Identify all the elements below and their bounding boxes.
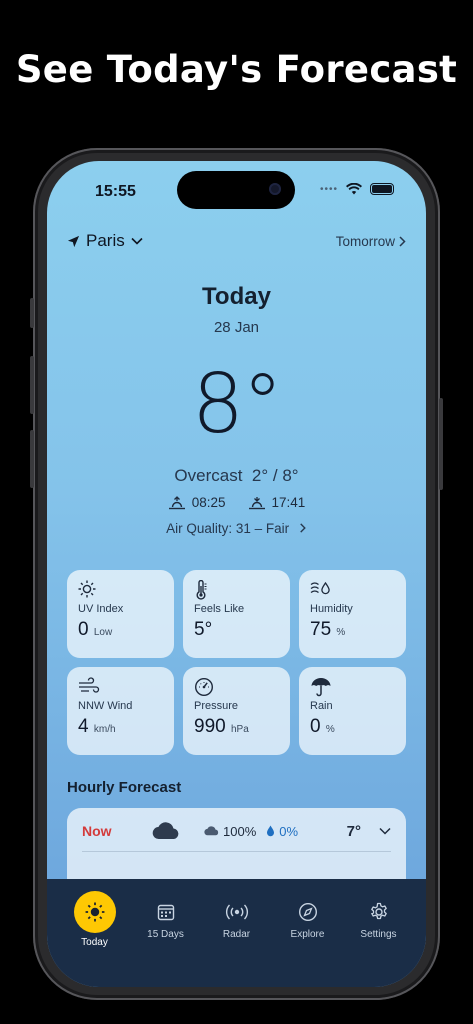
chevron-down-icon	[379, 827, 391, 835]
tomorrow-link[interactable]: Tomorrow	[336, 234, 406, 249]
volume-up-button	[30, 356, 34, 414]
tab-label: Explore	[290, 929, 325, 940]
thermometer-icon	[196, 579, 207, 600]
tab-explore[interactable]: Explore	[276, 879, 340, 987]
tab-label: Settings	[360, 929, 397, 940]
hourly-temp: 7°	[346, 822, 361, 840]
hourly-row[interactable]: Now 100% 0% 7°	[82, 811, 391, 851]
tab-radar[interactable]: Radar	[205, 879, 269, 987]
tab-bar: Today 15 Days Radar Explore Settings	[47, 879, 426, 987]
detail-card-rain[interactable]: Rain 0 %	[299, 667, 406, 755]
detail-value: 0	[78, 619, 89, 640]
tab-today[interactable]: Today	[63, 879, 127, 987]
details-grid: UV Index 0 Low Feels Like 5° Humidity 75…	[67, 570, 406, 755]
status-icons: ••••	[320, 183, 394, 195]
detail-label: Humidity	[310, 603, 353, 615]
detail-unit: %	[336, 627, 346, 638]
location-name: Paris	[86, 231, 125, 250]
tomorrow-label: Tomorrow	[335, 233, 395, 249]
battery-icon	[370, 183, 394, 195]
gauge-icon	[194, 677, 214, 697]
air-quality-text: Air Quality: 31 – Fair	[166, 521, 290, 536]
hourly-time: Now	[82, 823, 112, 839]
detail-unit: hPa	[230, 724, 249, 735]
divider	[82, 851, 391, 852]
wind-icon	[79, 677, 100, 693]
detail-card-pressure[interactable]: Pressure 990 hPa	[183, 667, 290, 755]
sunrise-icon	[168, 495, 185, 509]
detail-label: Rain	[310, 700, 333, 712]
sun-icon	[85, 902, 104, 922]
detail-card-humidity[interactable]: Humidity 75 %	[299, 570, 406, 658]
day-title: Today	[202, 283, 271, 310]
sunrise-time: 08:25	[191, 495, 226, 510]
gear-icon	[370, 902, 387, 920]
radar-icon	[225, 904, 248, 920]
power-button	[439, 398, 443, 490]
sunset-icon	[248, 496, 265, 509]
hourly-cloud-cover: 100%	[223, 823, 257, 839]
detail-label: UV Index	[78, 603, 124, 615]
cloud-icon	[152, 822, 179, 840]
wifi-icon	[346, 183, 362, 195]
cellular-icon: ••••	[319, 183, 338, 195]
status-time: 15:55	[95, 183, 136, 200]
promo-headline: See Today's Forecast	[15, 48, 458, 91]
location-selector[interactable]: Paris	[67, 231, 143, 251]
detail-card-uv-index[interactable]: UV Index 0 Low	[67, 570, 174, 658]
compass-icon	[298, 902, 317, 922]
tab-label: 15 Days	[147, 929, 184, 940]
phone-frame: 15:55 •••• Paris Tomorrow Today 28 Jan 8…	[30, 148, 443, 1000]
chevron-right-icon	[399, 235, 406, 247]
current-temperature: 8°	[191, 357, 283, 452]
volume-down-button	[30, 430, 34, 488]
location-arrow-icon	[67, 235, 80, 247]
detail-value: 75	[310, 619, 332, 640]
detail-value: 990	[194, 716, 226, 737]
cloud-cover-icon	[204, 826, 219, 836]
condition-line: Overcast 2° / 8°	[47, 466, 426, 486]
condition-text: Overcast	[174, 466, 243, 485]
detail-label: Pressure	[194, 700, 239, 712]
sunset-time: 17:41	[271, 495, 306, 510]
detail-unit: Low	[93, 627, 113, 638]
tab-15-days[interactable]: 15 Days	[134, 879, 198, 987]
calendar-icon	[157, 904, 174, 921]
day-date: 28 Jan	[213, 319, 260, 336]
tab-settings[interactable]: Settings	[347, 879, 411, 987]
hourly-precip: 0%	[279, 823, 299, 839]
sun-icon	[78, 580, 96, 598]
detail-value: 4	[78, 716, 89, 737]
sun-times: 08:25 17:41	[47, 495, 426, 510]
detail-card-feels-like[interactable]: Feels Like 5°	[183, 570, 290, 658]
action-button	[30, 298, 34, 328]
detail-label: NNW Wind	[78, 700, 133, 712]
detail-label: Feels Like	[194, 603, 245, 615]
air-quality-link[interactable]: Air Quality: 31 – Fair	[47, 521, 426, 536]
tab-label: Radar	[222, 929, 251, 940]
active-tab-indicator	[73, 891, 116, 933]
umbrella-icon	[311, 678, 331, 697]
temperature-range: 2° / 8°	[251, 466, 299, 485]
detail-unit: %	[325, 724, 335, 735]
detail-value: 0	[310, 716, 321, 737]
chevron-down-icon	[131, 237, 143, 245]
hourly-forecast-title: Hourly Forecast	[67, 779, 182, 796]
camera-icon	[269, 183, 281, 195]
app-screen: 15:55 •••• Paris Tomorrow Today 28 Jan 8…	[47, 161, 426, 987]
detail-unit: km/h	[93, 724, 116, 735]
detail-value: 5°	[194, 619, 213, 640]
chevron-right-icon	[300, 523, 306, 533]
raindrop-icon	[267, 825, 275, 837]
tab-label: Today	[81, 937, 108, 948]
detail-card-wind[interactable]: NNW Wind 4 km/h	[67, 667, 174, 755]
dynamic-island	[177, 171, 295, 209]
humidity-icon	[310, 581, 330, 595]
